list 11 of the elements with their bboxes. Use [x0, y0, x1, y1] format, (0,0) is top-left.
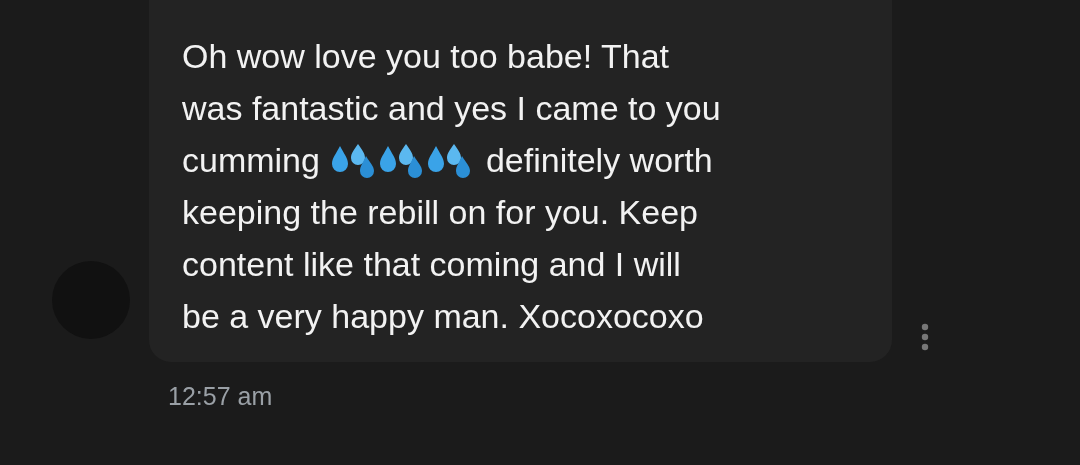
message-time: 12:57 am — [168, 382, 274, 411]
message-text: be a very happy man. Xocoxocoxo — [182, 296, 705, 337]
droplets-icon — [379, 142, 424, 178]
message-text: content like that coming and I will — [182, 244, 682, 285]
message-text: keeping the rebill on for you. Keep — [182, 192, 699, 233]
more-options-icon[interactable] — [921, 323, 929, 351]
droplets-icon — [331, 142, 376, 178]
message-text: was fantastic and yes I came to you — [182, 88, 722, 129]
message-text: cumming definitely worth — [182, 140, 714, 181]
message-text: Oh wow love you too babe! That — [182, 36, 670, 77]
droplets-icon — [427, 142, 472, 178]
